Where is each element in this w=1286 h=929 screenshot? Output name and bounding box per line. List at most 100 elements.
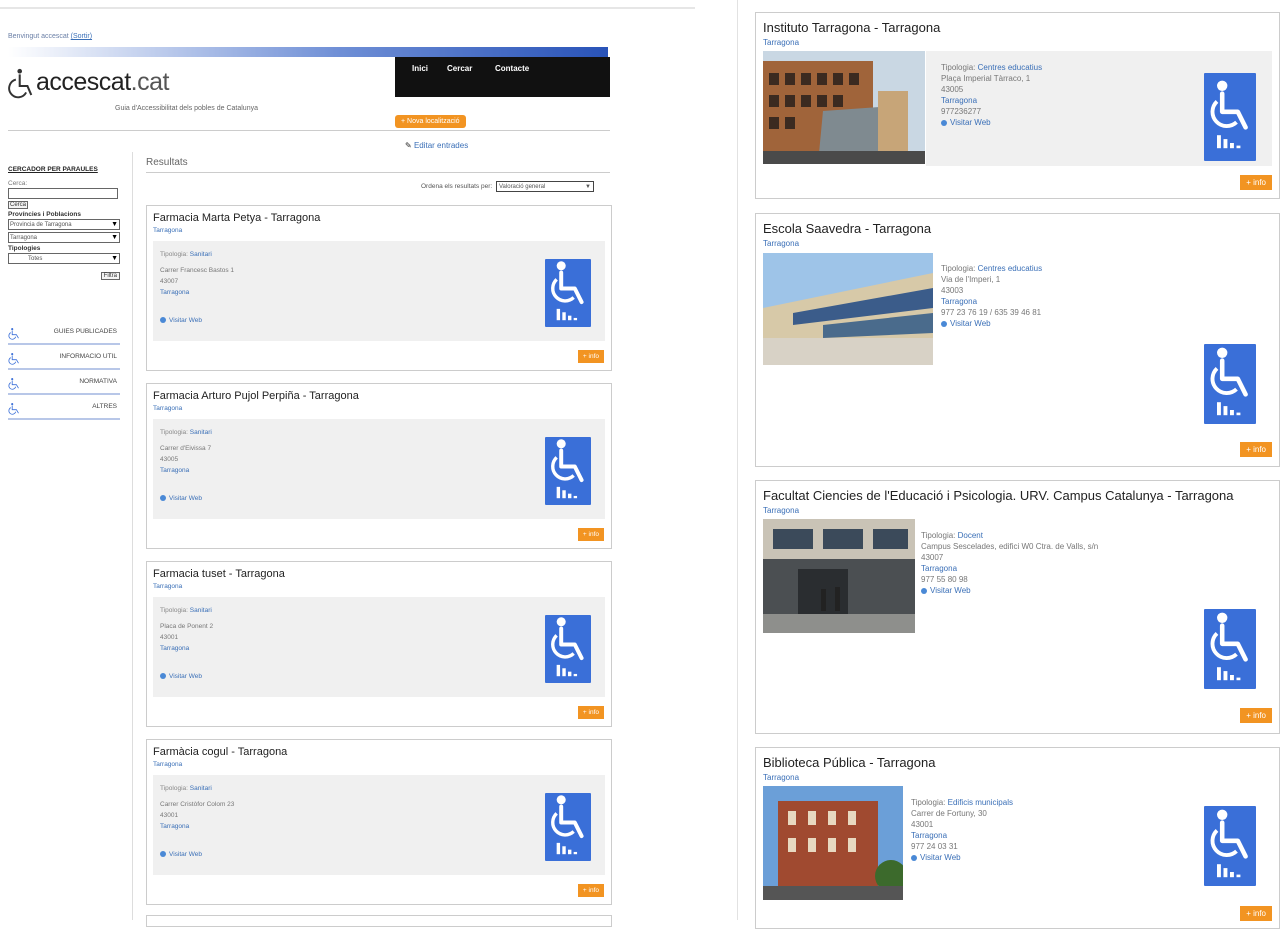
result-phone: 977 55 80 98	[921, 575, 968, 584]
logout-link[interactable]: (Sortir)	[71, 33, 92, 40]
town-select[interactable]: Tarragona ▼	[8, 232, 120, 243]
wheelchair-icon	[8, 352, 22, 366]
type-label: Tipologia:	[941, 264, 976, 273]
result-card: Biblioteca Pública - Tarragona Tarragona…	[755, 747, 1280, 929]
sort-select-value: Valoració general	[499, 183, 546, 190]
result-title[interactable]: Instituto Tarragona - Tarragona	[763, 20, 940, 35]
result-title[interactable]: Facultat Ciencies de l'Educació i Psicol…	[763, 488, 1234, 503]
wheelchair-icon	[545, 259, 591, 327]
menu-normativa[interactable]: NORMATIVA	[8, 373, 120, 395]
result-details: Tipologia: Sanitari Placa de Ponent 2 43…	[153, 597, 605, 697]
nav-cercar[interactable]: Cercar	[447, 64, 472, 73]
visit-web-link[interactable]: Visitar Web	[941, 319, 1042, 328]
types-label: Tipologies	[8, 245, 41, 252]
globe-icon	[921, 587, 927, 594]
result-town[interactable]: Tarragona	[941, 96, 1042, 105]
sidebar-title: CERCADOR PER PARAULES	[8, 166, 98, 173]
result-type: Tipologia: Sanitari	[160, 251, 212, 258]
visit-web-link[interactable]: Visitar Web	[160, 851, 202, 858]
type-value[interactable]: Centres educatius	[978, 264, 1042, 273]
filter-button[interactable]: Filtra	[100, 272, 120, 280]
info-button[interactable]: + info	[577, 350, 604, 363]
types-select[interactable]: Totes ▼	[8, 253, 120, 264]
result-type: Tipologia: Edificis municipals	[911, 798, 1013, 807]
wheelchair-icon	[545, 437, 591, 505]
result-city[interactable]: Tarragona	[153, 227, 182, 234]
visit-web-link[interactable]: Visitar Web	[911, 853, 1013, 862]
result-address: Campus Sescelades, edifici W0 Ctra. de V…	[921, 542, 1099, 551]
globe-icon	[160, 673, 166, 680]
result-town[interactable]: Tarragona	[160, 467, 189, 474]
result-town[interactable]: Tarragona	[160, 645, 189, 652]
result-town[interactable]: Tarragona	[911, 831, 1013, 840]
menu-altres[interactable]: ALTRES	[8, 398, 120, 420]
result-town[interactable]: Tarragona	[941, 297, 1042, 306]
result-card-partial	[146, 915, 612, 927]
result-city[interactable]: Tarragona	[153, 583, 182, 590]
type-value[interactable]: Sanitari	[190, 785, 212, 792]
result-card: Escola Saavedra - Tarragona Tarragona Ti…	[755, 213, 1280, 467]
info-button[interactable]: + info	[1240, 906, 1272, 921]
nav-inici[interactable]: Inici	[412, 64, 428, 73]
result-info: Tipologia: Docent Campus Sescelades, edi…	[921, 531, 1098, 597]
result-title[interactable]: Farmacia Marta Petya - Tarragona	[153, 212, 320, 224]
wheelchair-icon	[545, 615, 591, 683]
wheelchair-icon	[1204, 73, 1256, 161]
info-button[interactable]: + info	[1240, 442, 1272, 457]
type-value[interactable]: Docent	[958, 531, 983, 540]
sort-select[interactable]: Valoració general ▼	[496, 181, 594, 192]
visit-web-link[interactable]: Visitar Web	[160, 673, 202, 680]
search-input[interactable]	[8, 188, 118, 199]
result-title[interactable]: Escola Saavedra - Tarragona	[763, 221, 931, 236]
result-town[interactable]: Tarragona	[921, 564, 1098, 573]
menu-guies-publicades[interactable]: GUIES PUBLICADES	[8, 323, 120, 345]
info-button[interactable]: + info	[577, 706, 604, 719]
result-title[interactable]: Biblioteca Pública - Tarragona	[763, 755, 935, 770]
welcome-label: Benvingut accescat	[8, 33, 69, 40]
result-city[interactable]: Tarragona	[153, 761, 182, 768]
school-photo	[763, 253, 933, 365]
visit-web-label: Visitar Web	[169, 495, 202, 502]
result-title[interactable]: Farmacia Arturo Pujol Perpiña - Tarragon…	[153, 390, 359, 402]
edit-entries-link[interactable]: ✎ Editar entrades	[405, 141, 468, 150]
result-city[interactable]: Tarragona	[153, 405, 182, 412]
type-value[interactable]: Sanitari	[190, 429, 212, 436]
result-address: Via de l'Imperi, 1	[941, 275, 1001, 284]
province-select[interactable]: Provincia de Tarragona ▼	[8, 219, 120, 230]
result-city[interactable]: Tarragona	[763, 38, 799, 47]
result-city[interactable]: Tarragona	[763, 773, 799, 782]
result-town[interactable]: Tarragona	[160, 823, 189, 830]
result-postcode: 43001	[160, 812, 179, 819]
visit-web-link[interactable]: Visitar Web	[160, 317, 202, 324]
building-photo	[763, 51, 925, 164]
wheelchair-icon	[8, 402, 22, 416]
type-value[interactable]: Edificis municipals	[948, 798, 1013, 807]
result-title[interactable]: Farmacia tuset - Tarragona	[153, 568, 285, 580]
type-value[interactable]: Centres educatius	[978, 63, 1042, 72]
type-label: Tipologia:	[911, 798, 946, 807]
type-value[interactable]: Sanitari	[190, 607, 212, 614]
menu-informacio-util[interactable]: INFORMACIO UTIL	[8, 348, 120, 370]
result-postcode: 43001	[160, 634, 179, 641]
edit-entries-label: Editar entrades	[413, 141, 469, 150]
info-button[interactable]: + info	[1240, 175, 1272, 190]
search-button[interactable]: Cerca	[8, 201, 29, 209]
result-title[interactable]: Farmàcia cogul - Tarragona	[153, 746, 287, 758]
globe-icon	[941, 119, 947, 126]
nav-contacte[interactable]: Contacte	[495, 64, 529, 73]
type-label: Tipologia:	[941, 63, 976, 72]
result-city[interactable]: Tarragona	[763, 506, 799, 515]
new-location-button[interactable]: + Nova localització	[395, 115, 466, 128]
visit-web-link[interactable]: Visitar Web	[160, 495, 202, 502]
site-logo[interactable]: accescat.cat Guia d'Accessibilitat dels …	[8, 60, 308, 120]
visit-web-link[interactable]: Visitar Web	[921, 586, 1098, 595]
info-button[interactable]: + info	[577, 528, 604, 541]
result-city[interactable]: Tarragona	[763, 239, 799, 248]
chevron-down-icon: ▼	[111, 221, 118, 228]
info-button[interactable]: + info	[577, 884, 604, 897]
type-value[interactable]: Sanitari	[190, 251, 212, 258]
info-button[interactable]: + info	[1240, 708, 1272, 723]
result-town[interactable]: Tarragona	[160, 289, 189, 296]
header-banner	[8, 47, 608, 57]
visit-web-link[interactable]: Visitar Web	[941, 118, 1042, 127]
